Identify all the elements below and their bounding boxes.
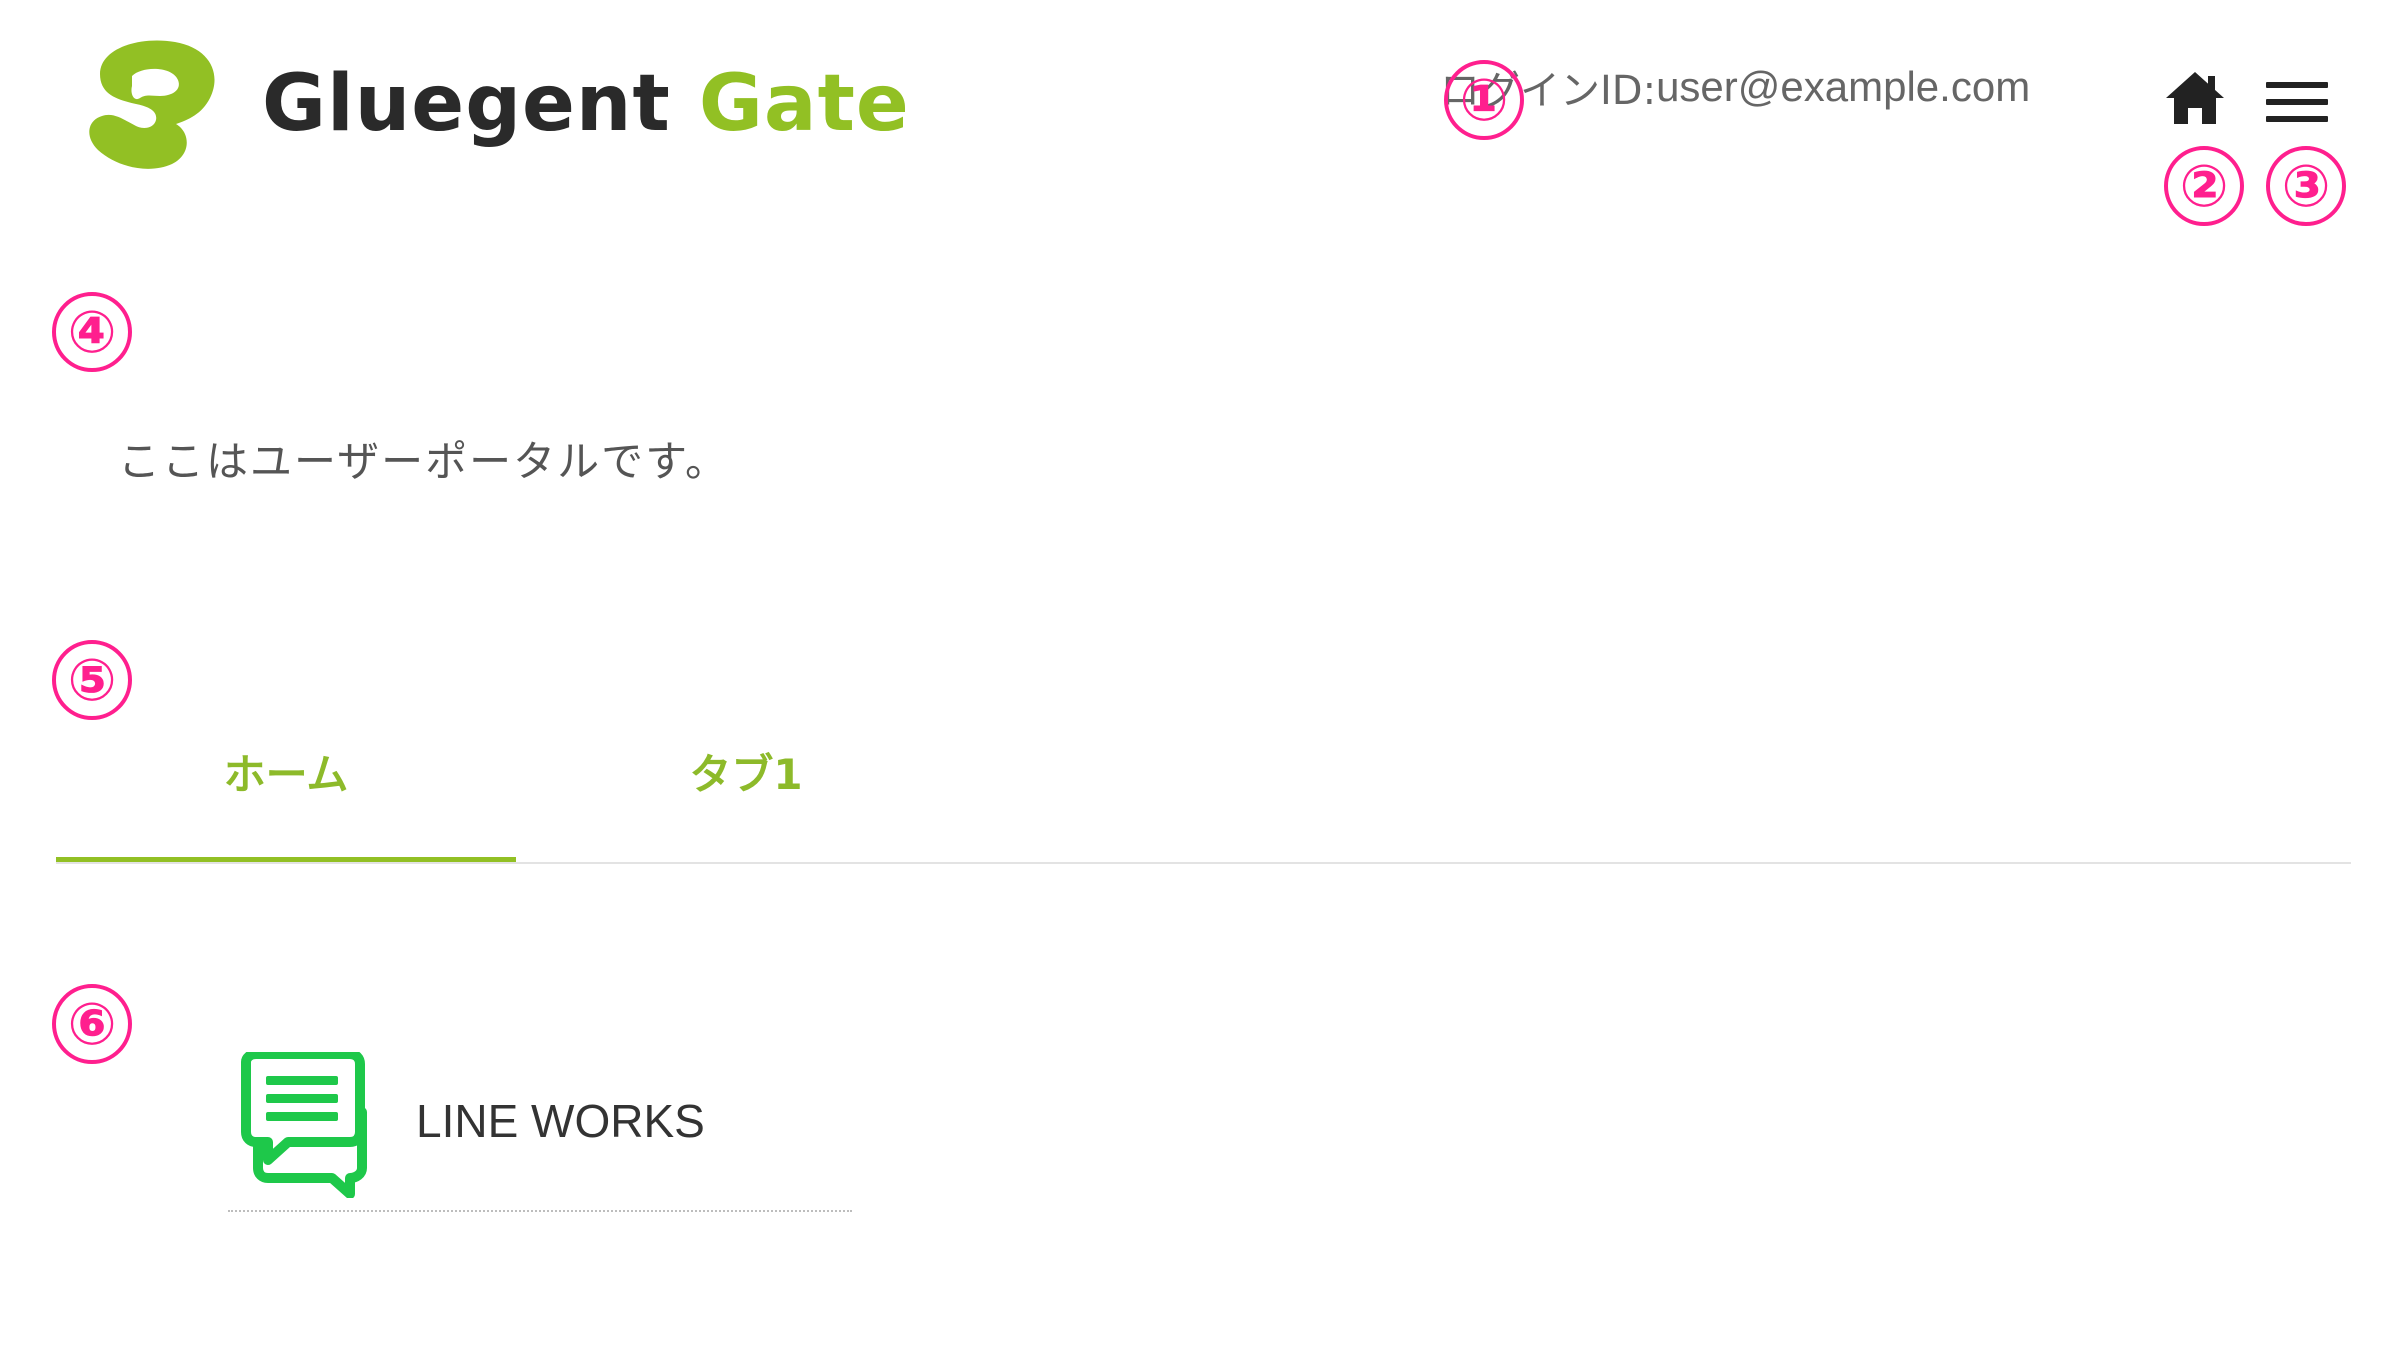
annotation-marker-2: ② [2164,146,2244,226]
annotation-marker-6: ⑥ [52,984,132,1064]
hamburger-menu-icon [2266,82,2328,122]
annotation-marker-5: ⑤ [52,640,132,720]
chat-bubbles-icon [241,1052,367,1198]
login-id-display: ログインID: user@example.com [1440,58,2030,116]
logo-word-gluegent: Gluegent [262,59,671,149]
gluegent-logo-icon [89,40,215,169]
logo-word-gate: Gate [698,59,910,149]
annotation-marker-1: ① [1444,60,1524,140]
app-label: LINE WORKS [416,1095,705,1147]
gluegent-gate-logo[interactable]: Gluegent Gate [80,36,910,172]
login-id-value: user@example.com [1656,63,2031,110]
logo-wordmark: Gluegent Gate [262,65,910,143]
menu-button[interactable] [2266,82,2328,122]
portal-message: ここはユーザーポータルです。 [118,437,729,486]
tab-bar: ホーム タブ1 [56,730,2351,864]
home-button[interactable] [2164,70,2226,126]
tab-tab1[interactable]: タブ1 [516,730,976,864]
home-icon [2166,72,2224,124]
annotation-marker-4: ④ [52,292,132,372]
user-portal-page: Gluegent Gate ログインID: user@example.com ①… [0,0,2393,1368]
annotation-marker-3: ③ [2266,146,2346,226]
tab-divider [56,862,2351,864]
app-tile-line-works[interactable]: LINE WORKS [228,1046,852,1212]
tab-home[interactable]: ホーム [56,730,516,864]
